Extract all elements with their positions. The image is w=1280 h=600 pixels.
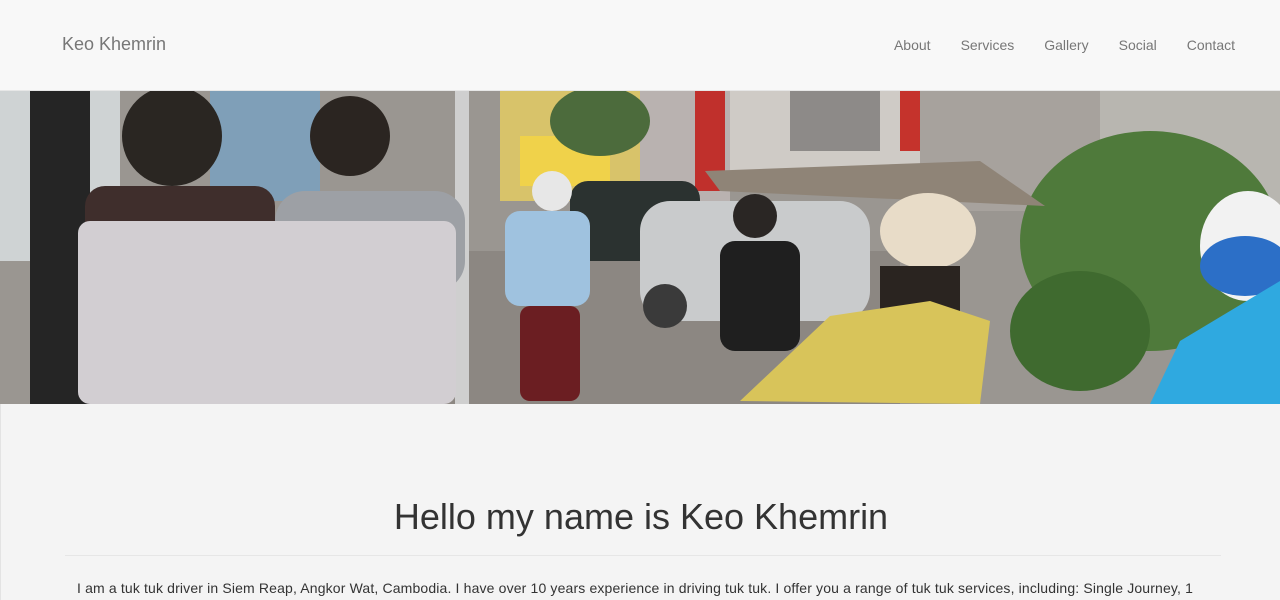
nav-gallery-link[interactable]: Gallery — [1014, 35, 1088, 55]
nav-menu: About Services Gallery Social Contact — [894, 35, 1235, 55]
navbar: Keo Khemrin About Services Gallery Socia… — [0, 0, 1280, 91]
brand-link[interactable]: Keo Khemrin — [62, 33, 166, 55]
street-photo-icon — [0, 91, 1280, 404]
nav-services-link[interactable]: Services — [931, 35, 1015, 55]
page-title: Hello my name is Keo Khemrin — [393, 496, 889, 537]
divider — [65, 555, 1221, 556]
nav-social-link[interactable]: Social — [1089, 35, 1157, 55]
hero-photo — [0, 91, 1280, 404]
intro-text: I am a tuk tuk driver in Siem Reap, Angk… — [77, 580, 1194, 596]
about-section: Hello my name is Keo Khemrin I am a tuk … — [0, 404, 1280, 600]
nav-contact-link[interactable]: Contact — [1157, 35, 1235, 55]
nav-about-link[interactable]: About — [894, 35, 931, 55]
